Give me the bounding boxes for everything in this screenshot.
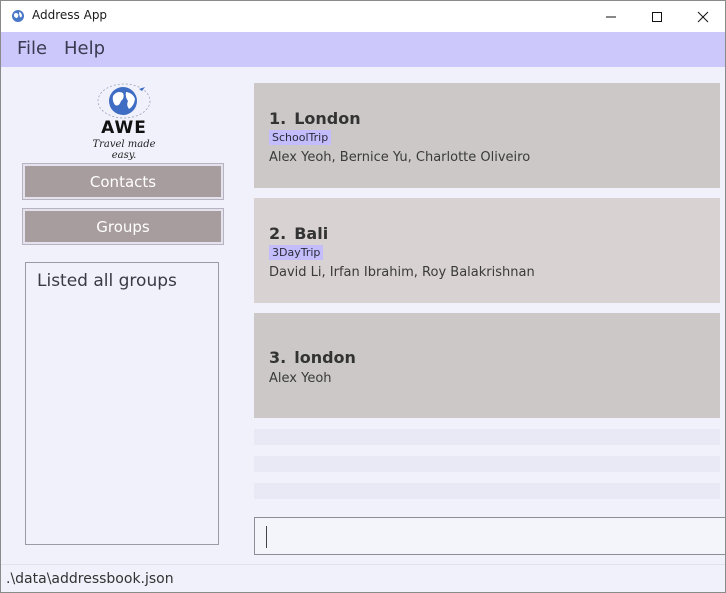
text-caret <box>266 526 267 548</box>
menu-bar: File Help <box>1 32 725 67</box>
result-display[interactable]: Listed all groups <box>25 262 219 545</box>
group-tag: 3DayTrip <box>269 245 324 260</box>
group-index: 1. <box>269 109 287 128</box>
title-bar[interactable]: Address App <box>1 1 725 32</box>
group-card[interactable]: 1. London SchoolTrip Alex Yeoh, Bernice Y… <box>254 83 720 188</box>
menu-file[interactable]: File <box>17 38 47 59</box>
status-bar: .\data\addressbook.json <box>1 564 725 592</box>
group-title: 2. Bali <box>269 224 328 243</box>
contacts-button[interactable]: Contacts <box>22 163 224 200</box>
logo-tagline: Travel made easy. <box>92 139 156 161</box>
group-card[interactable]: 2. Bali 3DayTrip David Li, Irfan Ibrahim,… <box>254 198 720 303</box>
close-button[interactable] <box>680 1 725 32</box>
minimize-icon <box>606 16 616 17</box>
command-input[interactable] <box>254 517 725 555</box>
globe-icon <box>12 10 24 22</box>
group-name: London <box>294 109 361 128</box>
group-members: Alex Yeoh, Bernice Yu, Charlotte Oliveir… <box>269 150 531 165</box>
group-members: David Li, Irfan Ibrahim, Roy Balakrishna… <box>269 265 535 280</box>
group-card[interactable]: 3. london Alex Yeoh <box>254 313 720 418</box>
group-index: 3. <box>269 348 287 367</box>
globe-logo-icon <box>97 83 151 119</box>
empty-list-row <box>254 429 720 445</box>
app-window: Address App File Help AWE Travel made ea… <box>0 0 726 593</box>
app-logo: AWE Travel made easy. <box>79 81 169 161</box>
maximize-button[interactable] <box>634 1 680 32</box>
save-location: .\data\addressbook.json <box>6 571 174 587</box>
close-icon <box>697 11 709 22</box>
maximize-icon <box>652 11 662 22</box>
group-tag: SchoolTrip <box>269 130 332 145</box>
sidebar: AWE Travel made easy. Contacts Groups Li… <box>1 67 243 564</box>
empty-list-row <box>254 483 720 499</box>
group-name: Bali <box>294 224 329 243</box>
group-list-panel: 1. London SchoolTrip Alex Yeoh, Bernice Y… <box>243 67 725 564</box>
empty-list-row <box>254 456 720 472</box>
group-members: Alex Yeoh <box>269 371 332 386</box>
logo-name: AWE <box>101 118 147 138</box>
groups-button[interactable]: Groups <box>22 208 224 245</box>
group-title: 1. London <box>269 109 361 128</box>
group-title: 3. london <box>269 348 356 367</box>
menu-help[interactable]: Help <box>64 38 105 59</box>
minimize-button[interactable] <box>588 1 634 32</box>
window-title: Address App <box>32 8 108 22</box>
group-index: 2. <box>269 224 287 243</box>
group-name: london <box>294 348 356 367</box>
